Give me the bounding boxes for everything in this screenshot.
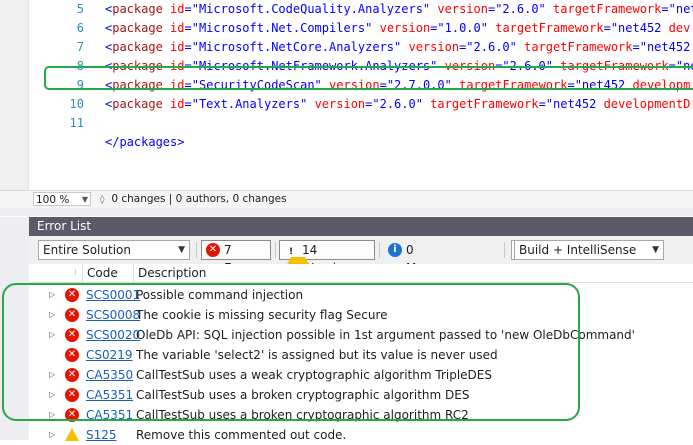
line-number: 5 bbox=[76, 2, 84, 16]
line-number: 7 bbox=[76, 40, 84, 54]
package-id: Microsoft.CodeQuality.Analyzers bbox=[198, 2, 423, 16]
package-version: 2.6.0 bbox=[502, 2, 539, 16]
package-version: 2.6.0 bbox=[379, 97, 416, 111]
error-row[interactable]: ▷ S125 Remove this commented out code. bbox=[29, 425, 693, 445]
code-line-closing[interactable]: 11 </packages> bbox=[0, 95, 185, 149]
history-icon: ◊ bbox=[100, 195, 105, 205]
codelens-changes[interactable]: ◊ 0 changes | 0 authors, 0 changes bbox=[100, 192, 287, 206]
scope-dropdown[interactable]: Entire Solution ▼ bbox=[38, 240, 190, 260]
package-suffix: developmentD bbox=[596, 97, 691, 111]
package-id: Microsoft.Net.Compilers bbox=[198, 21, 366, 35]
warnings-filter-button[interactable]: ! 14 Warnings bbox=[279, 240, 375, 275]
package-framework: net452 bbox=[646, 40, 691, 54]
panel-splitter[interactable] bbox=[0, 208, 693, 216]
code-text: <package id="Microsoft.CodeQuality.Analy… bbox=[105, 0, 693, 19]
package-suffix: dev bbox=[661, 21, 691, 35]
chevron-down-icon: ▼ bbox=[652, 245, 659, 255]
chevron-down-icon: ▼ bbox=[178, 245, 185, 255]
line-number: 10 bbox=[69, 97, 84, 111]
scope-value: Entire Solution bbox=[43, 243, 131, 257]
editor-status-bar: 100 % ▼ ◊ 0 changes | 0 authors, 0 chang… bbox=[0, 190, 693, 209]
column-header-code[interactable]: Code bbox=[82, 264, 131, 282]
zoom-select[interactable]: 100 % ▼ bbox=[33, 192, 91, 206]
expand-icon[interactable]: ▷ bbox=[49, 425, 55, 445]
error-icon: ✕ bbox=[206, 243, 220, 257]
error-list-title[interactable]: Error List bbox=[29, 217, 693, 236]
highlight-annotation-rows bbox=[2, 283, 580, 421]
package-version: 1.0.0 bbox=[444, 21, 481, 35]
column-header-description[interactable]: Description bbox=[133, 264, 693, 282]
messages-filter-button[interactable]: i 0 Messages bbox=[383, 240, 475, 275]
package-framework: net452 bbox=[553, 97, 597, 111]
changes-text: 0 changes | 0 authors, 0 changes bbox=[111, 193, 287, 205]
highlight-annotation-line bbox=[44, 66, 693, 90]
zoom-value: 100 % bbox=[36, 194, 70, 206]
warning-icon bbox=[65, 428, 79, 441]
toolbar-separator bbox=[196, 242, 197, 258]
error-list-toolbar: Entire Solution ▼ ✕ 7 Errors ! 14 Warnin… bbox=[29, 236, 693, 275]
toolbar-separator bbox=[275, 242, 276, 258]
package-id: Microsoft.NetCore.Analyzers bbox=[198, 40, 395, 54]
package-framework: net bbox=[675, 2, 693, 16]
code-text: <package id="Microsoft.Net.Compilers" ve… bbox=[105, 21, 691, 35]
error-code-link[interactable]: S125 bbox=[86, 425, 117, 445]
line-number: 6 bbox=[76, 21, 84, 35]
package-version: 2.6.0 bbox=[473, 40, 510, 54]
toolbar-separator bbox=[379, 242, 380, 258]
code-text: <package id="Text.Analyzers" version="2.… bbox=[105, 97, 691, 111]
info-icon: i bbox=[388, 243, 402, 257]
grid-header: ⁝ Code Description bbox=[29, 264, 693, 283]
toolbar-separator bbox=[504, 242, 505, 258]
code-editor[interactable]: 5 <package id="Microsoft.CodeQuality.Anal… bbox=[0, 0, 693, 190]
error-description: Remove this commented out code. bbox=[136, 428, 347, 442]
sort-icon: ⁝ bbox=[74, 268, 77, 277]
closing-tag: </packages> bbox=[105, 135, 185, 149]
package-id: Text.Analyzers bbox=[198, 97, 301, 111]
chevron-down-icon: ▼ bbox=[81, 195, 88, 204]
line-number: 11 bbox=[69, 116, 84, 130]
errors-filter-button[interactable]: ✕ 7 Errors bbox=[201, 240, 271, 275]
package-framework: net452 bbox=[618, 21, 662, 35]
code-text: <package id="Microsoft.NetCore.Analyzers… bbox=[105, 40, 691, 54]
build-filter-dropdown[interactable]: Build + IntelliSense ▼ bbox=[514, 240, 664, 260]
build-filter-value: Build + IntelliSense bbox=[519, 243, 637, 257]
